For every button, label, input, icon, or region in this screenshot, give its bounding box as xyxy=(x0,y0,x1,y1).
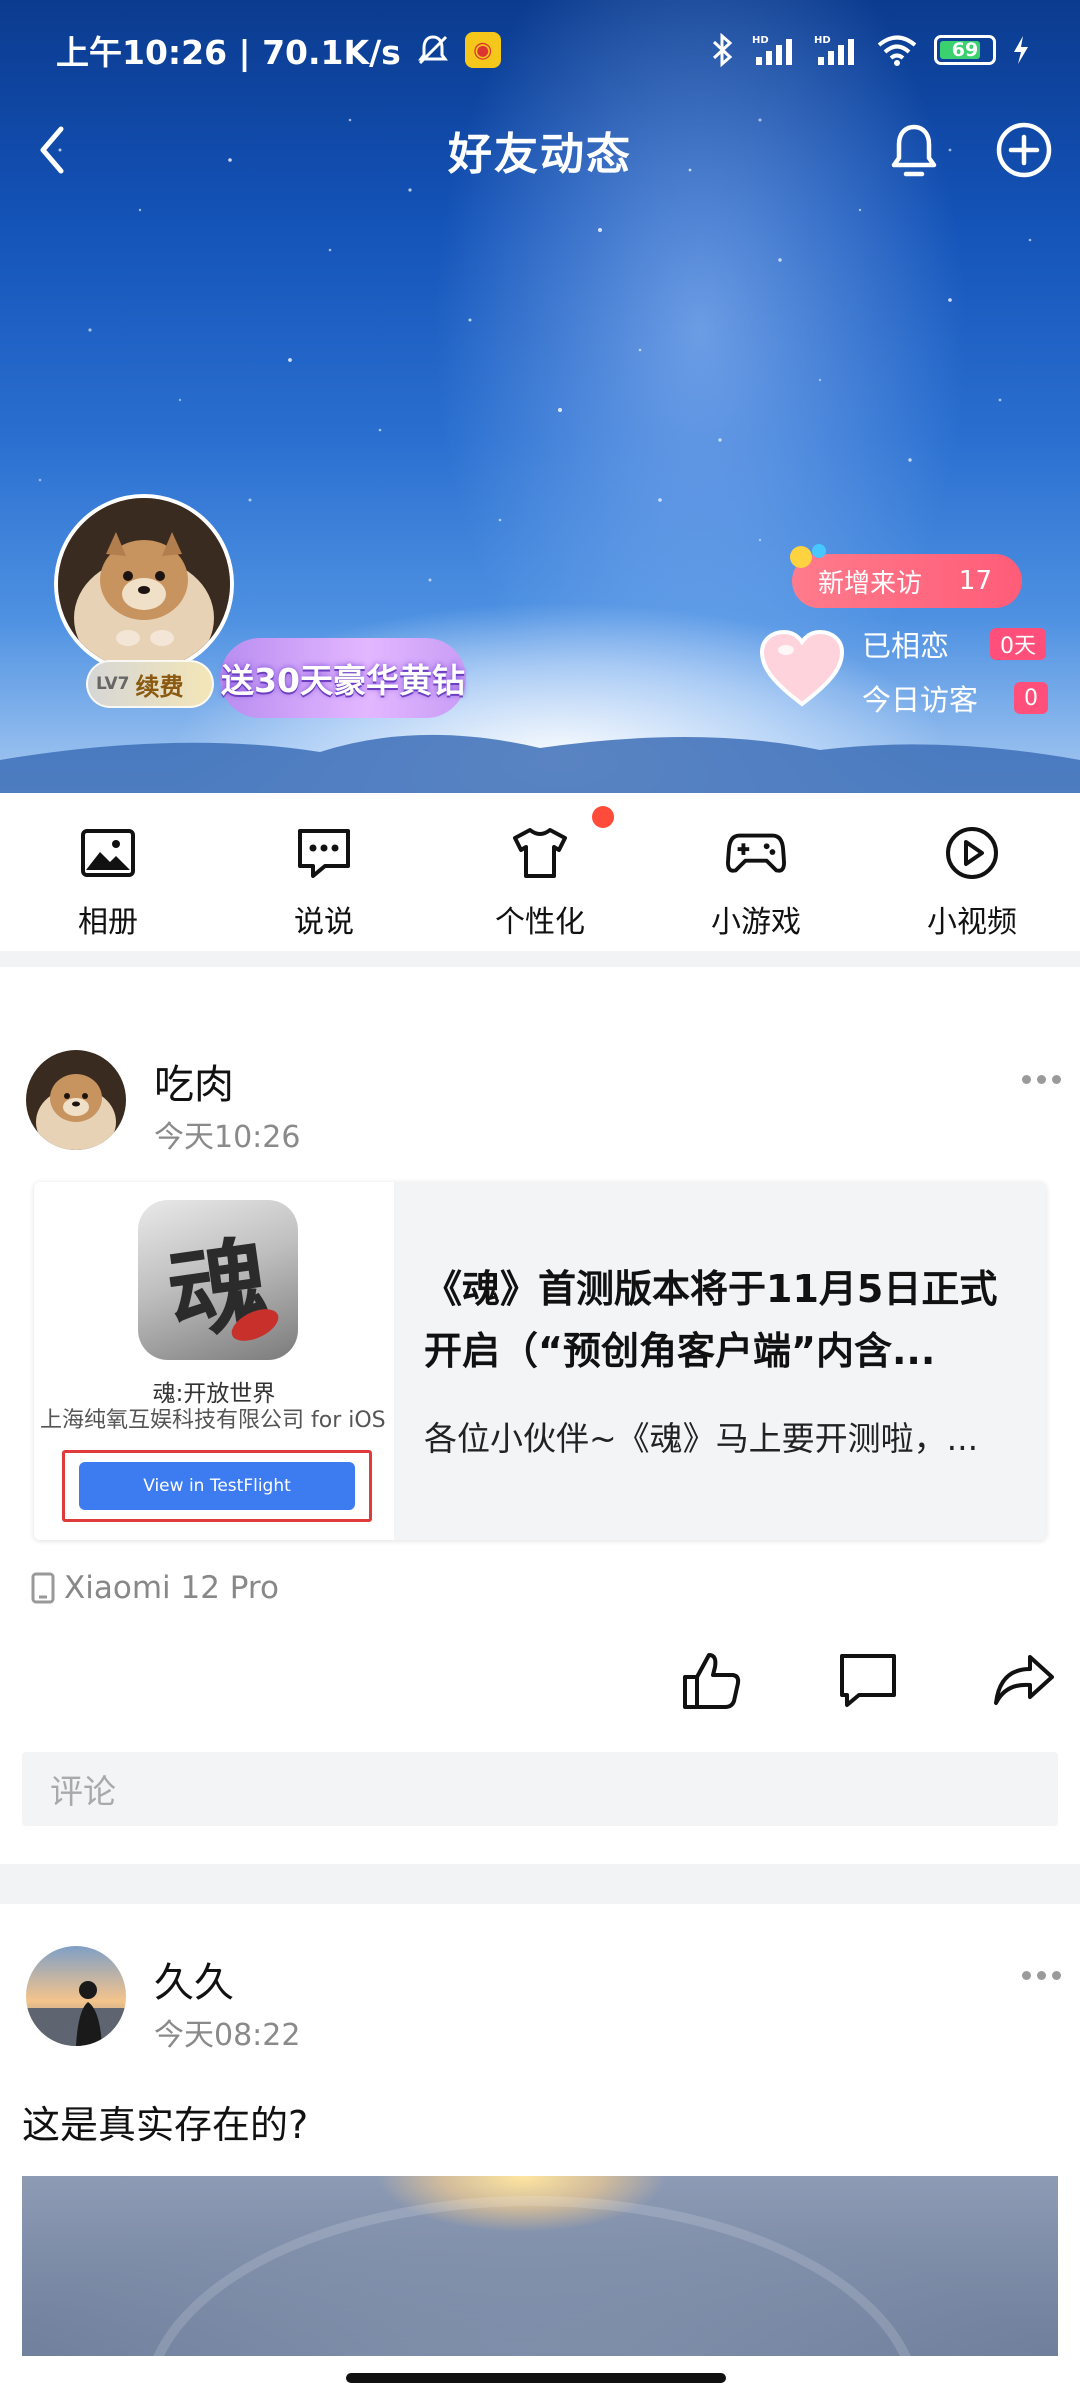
promo-text: 送30天豪华黄钻 xyxy=(221,661,465,700)
sparkle-decoration-2 xyxy=(812,544,826,558)
thumbs-up-icon xyxy=(683,1653,741,1709)
weibo-icon: ◉ xyxy=(464,32,501,68)
battery-text: 69 xyxy=(951,39,979,61)
mute-bell-icon xyxy=(417,35,448,65)
tshirt-icon xyxy=(510,823,570,883)
quick-nav-bar: 相册 说说 个性化 小游戏 小视频 xyxy=(0,793,1080,951)
sparkle-decoration xyxy=(790,546,812,568)
gamepad-icon xyxy=(726,823,786,883)
together-days-badge: 0天 xyxy=(990,628,1046,660)
plus-circle-icon xyxy=(996,122,1052,178)
network-label-1: HD xyxy=(752,35,769,46)
status-left: 上午10:26 | 70.1K/s ◉ xyxy=(56,26,501,74)
chevron-left-icon xyxy=(40,126,64,174)
more-options-icon[interactable] xyxy=(1022,1075,1062,1087)
signal-icon-1: HD xyxy=(752,35,792,65)
back-button[interactable] xyxy=(22,120,82,180)
section-divider xyxy=(0,1864,1080,1904)
app-icon: 魂 xyxy=(138,1200,298,1360)
chat-icon xyxy=(294,823,354,883)
signal-icon-2: HD xyxy=(814,35,854,65)
together-row[interactable]: 已相恋 xyxy=(862,624,949,664)
status-time-speed: 上午10:26 | 70.1K/s xyxy=(56,33,401,72)
personalize-notification-dot xyxy=(592,806,614,828)
comment-placeholder: 评论 xyxy=(50,1772,116,1811)
app-company: 上海纯氧互娱科技有限公司 for iOS xyxy=(40,1408,386,1433)
play-icon xyxy=(942,823,1002,883)
level-text: LV7 xyxy=(96,674,130,694)
bell-icon xyxy=(891,124,937,177)
beach-sunset-avatar-image xyxy=(26,1946,126,2046)
vip-promo-banner[interactable]: 送30天豪华黄钻 xyxy=(220,638,466,718)
quick-nav-label: 个性化 xyxy=(495,905,585,940)
together-label: 已相恋 xyxy=(862,629,950,663)
quick-nav-personalize[interactable]: 个性化 xyxy=(432,793,648,951)
quick-nav-video[interactable]: 小视频 xyxy=(864,793,1080,951)
comment-button[interactable] xyxy=(834,1646,902,1714)
page-title: 好友动态 xyxy=(448,129,632,180)
notification-button[interactable] xyxy=(880,116,948,184)
quick-nav-label: 说说 xyxy=(294,905,354,940)
device-name: Xiaomi 12 Pro xyxy=(64,1570,279,1606)
post-author-name[interactable]: 久久 xyxy=(154,1950,234,2008)
quick-nav-minigame[interactable]: 小游戏 xyxy=(648,793,864,951)
device-info: Xiaomi 12 Pro xyxy=(30,1570,279,1606)
quick-nav-label: 相册 xyxy=(78,905,138,940)
testflight-button: View in TestFlight xyxy=(79,1462,355,1510)
post-author-name[interactable]: 吃肉 xyxy=(154,1052,234,1110)
post-avatar[interactable] xyxy=(26,1050,126,1150)
new-visitors-label: 新增来访 xyxy=(818,568,923,599)
shared-link-thumbnail: 魂 魂:开放世界 上海纯氧互娱科技有限公司 for iOS View in Te… xyxy=(34,1182,394,1540)
post-avatar[interactable] xyxy=(26,1946,126,2046)
post-text: 这是真实存在的? xyxy=(22,2103,309,2147)
post-time: 今天10:26 xyxy=(154,1120,301,1155)
status-bar: 上午10:26 | 70.1K/s ◉ HD HD 69 xyxy=(0,0,1080,100)
share-arrow-icon xyxy=(994,1655,1054,1705)
today-visitors-count: 0 xyxy=(1024,685,1038,711)
level-badge[interactable]: LV7 续费 xyxy=(86,660,214,708)
add-post-button[interactable] xyxy=(990,116,1058,184)
today-visitors-label: 今日访客 xyxy=(862,683,979,717)
post-time: 今天08:22 xyxy=(154,2018,301,2053)
renew-text: 续费 xyxy=(135,672,184,701)
heart-icon[interactable] xyxy=(760,630,844,708)
shared-link-description: 各位小伙伴~《魂》马上要开测啦，... xyxy=(424,1419,979,1458)
shared-link-title: 《魂》首测版本将于11月5日正式开启（“预创角客户端”内含... xyxy=(424,1267,998,1373)
shared-link-card[interactable]: 魂 魂:开放世界 上海纯氧互娱科技有限公司 for iOS View in Te… xyxy=(34,1182,1046,1540)
network-label-2: HD xyxy=(814,35,831,46)
home-indicator[interactable] xyxy=(346,2373,726,2383)
dog-avatar-image xyxy=(26,1050,126,1150)
shared-link-text: 《魂》首测版本将于11月5日正式开启（“预创角客户端”内含... 各位小伙伴~《… xyxy=(394,1182,1046,1540)
today-visitors-row[interactable]: 今日访客 xyxy=(862,678,978,718)
bluetooth-icon xyxy=(712,33,733,67)
more-options-icon[interactable] xyxy=(1022,1971,1062,1983)
comment-input[interactable]: 评论 xyxy=(22,1752,1058,1826)
testflight-highlight-box: View in TestFlight xyxy=(62,1450,372,1522)
today-visitors-badge: 0 xyxy=(1014,682,1048,714)
dog-avatar-image xyxy=(58,498,230,670)
cover-header: 上午10:26 | 70.1K/s ◉ HD HD 69 好友动态 LV7 续费… xyxy=(0,0,1080,793)
nav-bar: 好友动态 xyxy=(0,100,1080,200)
battery-icon: 69 xyxy=(934,35,996,65)
quick-nav-shuoshuo[interactable]: 说说 xyxy=(216,793,432,951)
profile-avatar[interactable] xyxy=(54,494,234,674)
section-divider xyxy=(0,951,1080,967)
like-button[interactable] xyxy=(678,1646,746,1714)
phone-icon xyxy=(31,1572,55,1604)
new-visitors-button[interactable]: 新增来访 17 xyxy=(792,554,1022,608)
status-right: HD HD 69 xyxy=(710,33,1030,67)
new-visitors-count: 17 xyxy=(958,566,992,596)
together-days: 0天 xyxy=(1000,634,1036,659)
wifi-icon xyxy=(877,35,917,66)
charging-icon xyxy=(1014,36,1028,64)
post-image-sky-halo[interactable] xyxy=(22,2176,1058,2356)
quick-nav-album[interactable]: 相册 xyxy=(0,793,216,951)
share-button[interactable] xyxy=(990,1646,1058,1714)
comment-icon xyxy=(840,1654,896,1707)
quick-nav-label: 小视频 xyxy=(927,905,1017,940)
quick-nav-label: 小游戏 xyxy=(711,905,801,940)
album-icon xyxy=(78,823,138,883)
